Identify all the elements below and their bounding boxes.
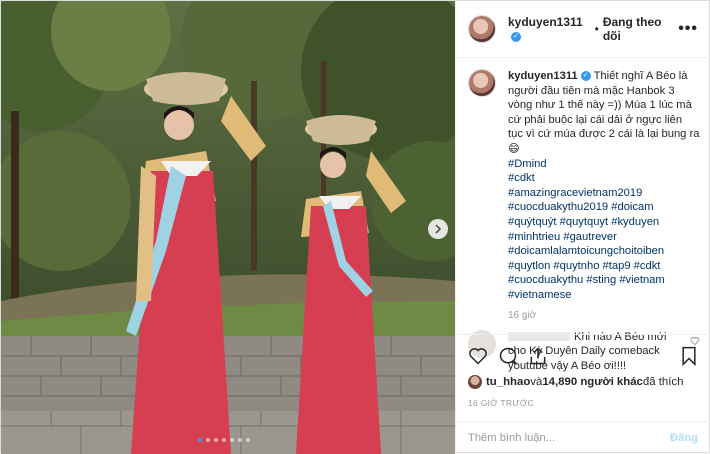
avatar[interactable] — [468, 15, 496, 43]
carousel-dot[interactable] — [214, 438, 218, 442]
caption-avatar[interactable] — [468, 69, 496, 97]
comments-area: kyduyen1311 ✓ Thiết nghĩ A Béo là người đ… — [468, 69, 700, 373]
hashtag-link[interactable]: #minhtrieu #gautrever — [508, 230, 700, 245]
likes-suffix: đã thích — [642, 376, 684, 388]
hashtag-link[interactable]: #doicamlalamtoicungchoitoiben — [508, 244, 700, 259]
hashtag-link[interactable]: #Dmind — [508, 157, 700, 172]
liker-username[interactable]: tu_hhao — [486, 376, 530, 388]
hashtag-link[interactable]: #cuocduakythu2019 #doicam — [508, 200, 700, 215]
share-icon[interactable] — [528, 346, 548, 366]
hashtag-link[interactable]: #cuocduakythu #sting #vietnam — [508, 273, 700, 288]
verified-badge-icon: ✓ — [580, 71, 591, 82]
bookmark-icon[interactable] — [680, 346, 698, 366]
likes-summary: tu_hhao và 14,890 người khác đã thích — [468, 375, 698, 389]
username-text[interactable]: kyduyen1311 — [508, 15, 583, 29]
add-comment-bar: Đăng — [456, 421, 710, 453]
likes-count[interactable]: 14,890 người khác — [542, 376, 643, 388]
hashtag-link[interactable]: #quytlon #quytnho #tap9 #cdkt — [508, 259, 700, 274]
verified-badge-icon: ✓ — [511, 31, 521, 42]
action-section: tu_hhao và 14,890 người khác đã thích 16… — [456, 334, 710, 408]
carousel-dot[interactable] — [246, 438, 250, 442]
hashtag-link[interactable]: #quýtquýt #quytquyt #kyduyen — [508, 215, 700, 230]
hashtag-list: #Dmind #cdkt #amazingracevietnam2019 #cu… — [508, 157, 700, 303]
carousel-dot[interactable] — [198, 438, 202, 442]
following-button[interactable]: Đang theo dõi — [603, 15, 678, 43]
post-side-panel: kyduyen1311✓ • Đang theo dõi ••• kyduyen… — [455, 1, 710, 454]
hashtag-link[interactable]: #cdkt — [508, 171, 700, 186]
instagram-post: kyduyen1311✓ • Đang theo dõi ••• kyduyen… — [0, 0, 710, 454]
post-header: kyduyen1311 ✓ • Đang theo dõi ••• — [456, 1, 710, 58]
post-photo[interactable] — [1, 1, 455, 454]
hashtag-link[interactable]: #vietnamese — [508, 288, 700, 303]
more-icon[interactable]: ••• — [678, 20, 698, 38]
caption: kyduyen1311 ✓ Thiết nghĩ A Béo là người đ… — [508, 69, 700, 303]
liker-avatar[interactable] — [468, 375, 482, 389]
photo-illustration — [1, 1, 455, 454]
caption-text: Thiết nghĩ A Béo là người đầu tiên mà mặ… — [508, 70, 700, 155]
comment-input[interactable] — [468, 431, 671, 444]
carousel-dot[interactable] — [238, 438, 242, 442]
comment-icon[interactable] — [498, 346, 518, 366]
hashtag-link[interactable]: #amazingracevietnam2019 — [508, 186, 700, 201]
caption-row: kyduyen1311 ✓ Thiết nghĩ A Béo là người đ… — [468, 69, 700, 303]
separator-dot: • — [594, 22, 599, 36]
post-comment-button[interactable]: Đăng — [670, 432, 698, 444]
caption-timestamp[interactable]: 16 giờ — [508, 310, 700, 321]
carousel-dot[interactable] — [206, 438, 210, 442]
carousel-dot[interactable] — [222, 438, 226, 442]
chevron-right-icon — [435, 224, 442, 234]
action-icons — [468, 345, 698, 367]
carousel-dots — [198, 438, 250, 442]
carousel-dot[interactable] — [230, 438, 234, 442]
header-username[interactable]: kyduyen1311 ✓ — [508, 15, 591, 43]
heart-icon[interactable] — [468, 346, 488, 366]
carousel-next-button[interactable] — [428, 219, 448, 239]
likes-conjunction: và — [530, 376, 543, 388]
caption-username[interactable]: kyduyen1311 — [508, 70, 578, 82]
post-timestamp[interactable]: 16 GIỜ TRƯỚC — [468, 398, 698, 408]
